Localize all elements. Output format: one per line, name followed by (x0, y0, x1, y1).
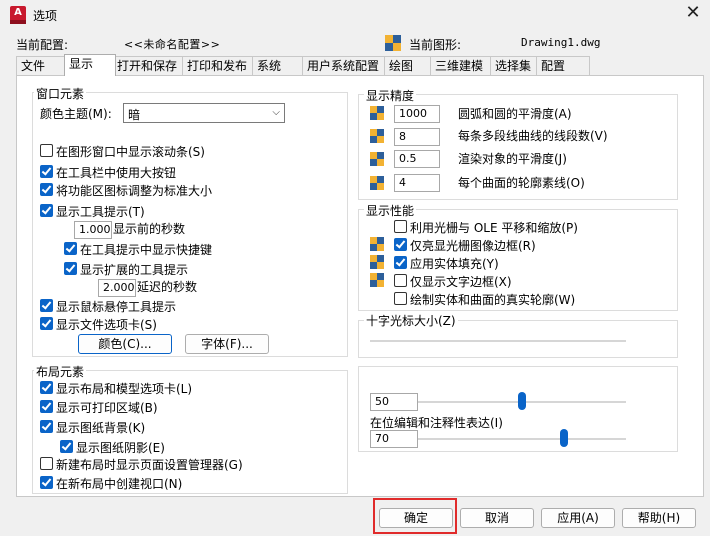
colors-button[interactable]: 颜色(C)... (78, 334, 172, 354)
shortcut-keys-label: 在工具提示中显示快捷键 (80, 243, 213, 257)
true-silhouettes-label: 绘制实体和曲面的真实轮廓(W) (410, 293, 576, 307)
arc-smoothness-input[interactable]: 1000 (394, 105, 440, 123)
create-viewport-label: 在新布局中创建视口(N) (56, 477, 183, 491)
current-profile-label: 当前配置: (16, 38, 69, 52)
paper-background-label: 显示图纸背景(K) (56, 421, 146, 435)
xref-fade-input[interactable]: 50 (370, 393, 418, 411)
page-setup-manager-label: 新建布局时显示页面设置管理器(G) (56, 458, 243, 472)
extended-tooltips-label: 显示扩展的工具提示 (80, 263, 189, 277)
file-tabs-label: 显示文件选项卡(S) (56, 318, 157, 332)
contour-lines-input[interactable]: 4 (394, 174, 440, 192)
chevron-down-icon: ⌵ (272, 107, 280, 118)
ok-button[interactable]: 确定 (379, 508, 453, 528)
current-drawing-value: Drawing1.dwg (521, 36, 601, 49)
fonts-button[interactable]: 字体(F)... (185, 334, 269, 354)
close-icon[interactable]: ✕ (683, 3, 703, 23)
inplace-edit-fade-input[interactable]: 70 (370, 430, 418, 448)
tab-bar: 文件 显示 打开和保存 打印和发布 系统 用户系统配置 绘图 三维建模 选择集 … (16, 54, 590, 76)
scrollbars-checkbox[interactable] (40, 144, 53, 157)
current-drawing-label: 当前图形: (409, 38, 462, 52)
window-title: 选项 (33, 9, 58, 23)
tab-files[interactable]: 文件 (16, 56, 66, 75)
drawing-setting-icon (370, 106, 384, 120)
layout-elements-title: 布局元素 (34, 363, 87, 380)
drawing-setting-icon (370, 152, 384, 166)
true-silhouettes-checkbox[interactable] (394, 292, 407, 305)
apply-button[interactable]: 应用(A) (541, 508, 615, 528)
tab-3d-modeling[interactable]: 三维建模 (430, 56, 496, 75)
scrollbars-label: 在图形窗口中显示滚动条(S) (56, 145, 205, 159)
color-scheme-label: 颜色主题(M): (40, 107, 112, 121)
tab-user-preferences[interactable]: 用户系统配置 (302, 56, 392, 75)
tab-open-save[interactable]: 打开和保存 (112, 56, 186, 75)
page-setup-manager-checkbox[interactable] (40, 457, 53, 470)
rendered-smoothness-label: 渲染对象的平滑度(J) (458, 152, 567, 166)
tab-display[interactable]: 显示 (64, 54, 116, 76)
drawing-setting-icon (370, 129, 384, 143)
polyline-segments-label: 每条多段线曲线的线段数(V) (458, 129, 608, 143)
color-scheme-value: 暗 (128, 108, 141, 122)
solid-fill-label: 应用实体填充(Y) (410, 257, 499, 271)
extended-delay-input[interactable]: 2.000 (98, 279, 136, 297)
autocad-app-icon: A (10, 6, 26, 24)
paper-shadow-label: 显示图纸阴影(E) (76, 441, 165, 455)
window-elements-title: 窗口元素 (34, 85, 87, 102)
highlight-raster-label: 仅亮显光栅图像边框(R) (410, 239, 536, 253)
create-viewport-checkbox[interactable] (40, 476, 53, 489)
current-profile-value: <<未命名配置>> (124, 38, 221, 51)
tab-drafting[interactable]: 绘图 (384, 56, 434, 75)
layout-model-tabs-checkbox[interactable] (40, 381, 53, 394)
inplace-edit-fade-slider-thumb[interactable] (559, 429, 568, 447)
extended-delay-label: 延迟的秒数 (137, 280, 198, 294)
display-performance-title: 显示性能 (364, 202, 417, 219)
crosshair-size-slider[interactable] (370, 340, 626, 342)
raster-pan-label: 利用光栅与 OLE 平移和缩放(P) (410, 221, 578, 235)
help-button[interactable]: 帮助(H) (622, 508, 696, 528)
tab-profiles[interactable]: 配置 (536, 56, 590, 75)
inplace-edit-label: 在位编辑和注释性表达(I) (370, 416, 503, 430)
large-buttons-checkbox[interactable] (40, 165, 53, 178)
extended-tooltips-checkbox[interactable] (64, 262, 77, 275)
inplace-edit-fade-track (418, 438, 626, 440)
layout-model-tabs-label: 显示布局和模型选项卡(L) (56, 382, 193, 396)
title-bar (0, 0, 710, 30)
resize-ribbon-icons-label: 将功能区图标调整为标准大小 (56, 184, 213, 198)
text-boundary-checkbox[interactable] (394, 274, 407, 287)
drawing-icon (385, 35, 401, 51)
polyline-segments-input[interactable]: 8 (394, 128, 440, 146)
tab-plot-publish[interactable]: 打印和发布 (182, 56, 256, 75)
drawing-setting-icon (370, 237, 384, 251)
rendered-smoothness-input[interactable]: 0.5 (394, 150, 440, 168)
printable-area-checkbox[interactable] (40, 400, 53, 413)
paper-background-checkbox[interactable] (40, 420, 53, 433)
shortcut-keys-checkbox[interactable] (64, 242, 77, 255)
contour-lines-label: 每个曲面的轮廓素线(O) (458, 176, 585, 190)
rollover-tooltips-checkbox[interactable] (40, 299, 53, 312)
highlight-raster-checkbox[interactable] (394, 238, 407, 251)
arc-smoothness-label: 圆弧和圆的平滑度(A) (458, 107, 572, 121)
cancel-button[interactable]: 取消 (460, 508, 534, 528)
raster-pan-checkbox[interactable] (394, 220, 407, 233)
drawing-setting-icon (370, 176, 384, 190)
show-tooltips-label: 显示工具提示(T) (56, 205, 145, 219)
drawing-setting-icon (370, 273, 384, 287)
resize-ribbon-icons-checkbox[interactable] (40, 183, 53, 196)
color-scheme-select[interactable]: 暗 ⌵ (123, 103, 285, 123)
crosshair-size-title: 十字光标大小(Z) (364, 312, 458, 329)
tooltip-delay-input[interactable]: 1.000 (74, 221, 112, 239)
solid-fill-checkbox[interactable] (394, 256, 407, 269)
file-tabs-checkbox[interactable] (40, 317, 53, 330)
drawing-setting-icon (370, 255, 384, 269)
xref-fade-slider-thumb[interactable] (518, 392, 526, 410)
large-buttons-label: 在工具栏中使用大按钮 (56, 166, 177, 180)
text-boundary-label: 仅显示文字边框(X) (410, 275, 512, 289)
display-resolution-title: 显示精度 (364, 87, 417, 104)
printable-area-label: 显示可打印区域(B) (56, 401, 158, 415)
show-tooltips-checkbox[interactable] (40, 204, 53, 217)
paper-shadow-checkbox[interactable] (60, 440, 73, 453)
tooltip-delay-label: 显示前的秒数 (113, 222, 186, 236)
rollover-tooltips-label: 显示鼠标悬停工具提示 (56, 300, 177, 314)
